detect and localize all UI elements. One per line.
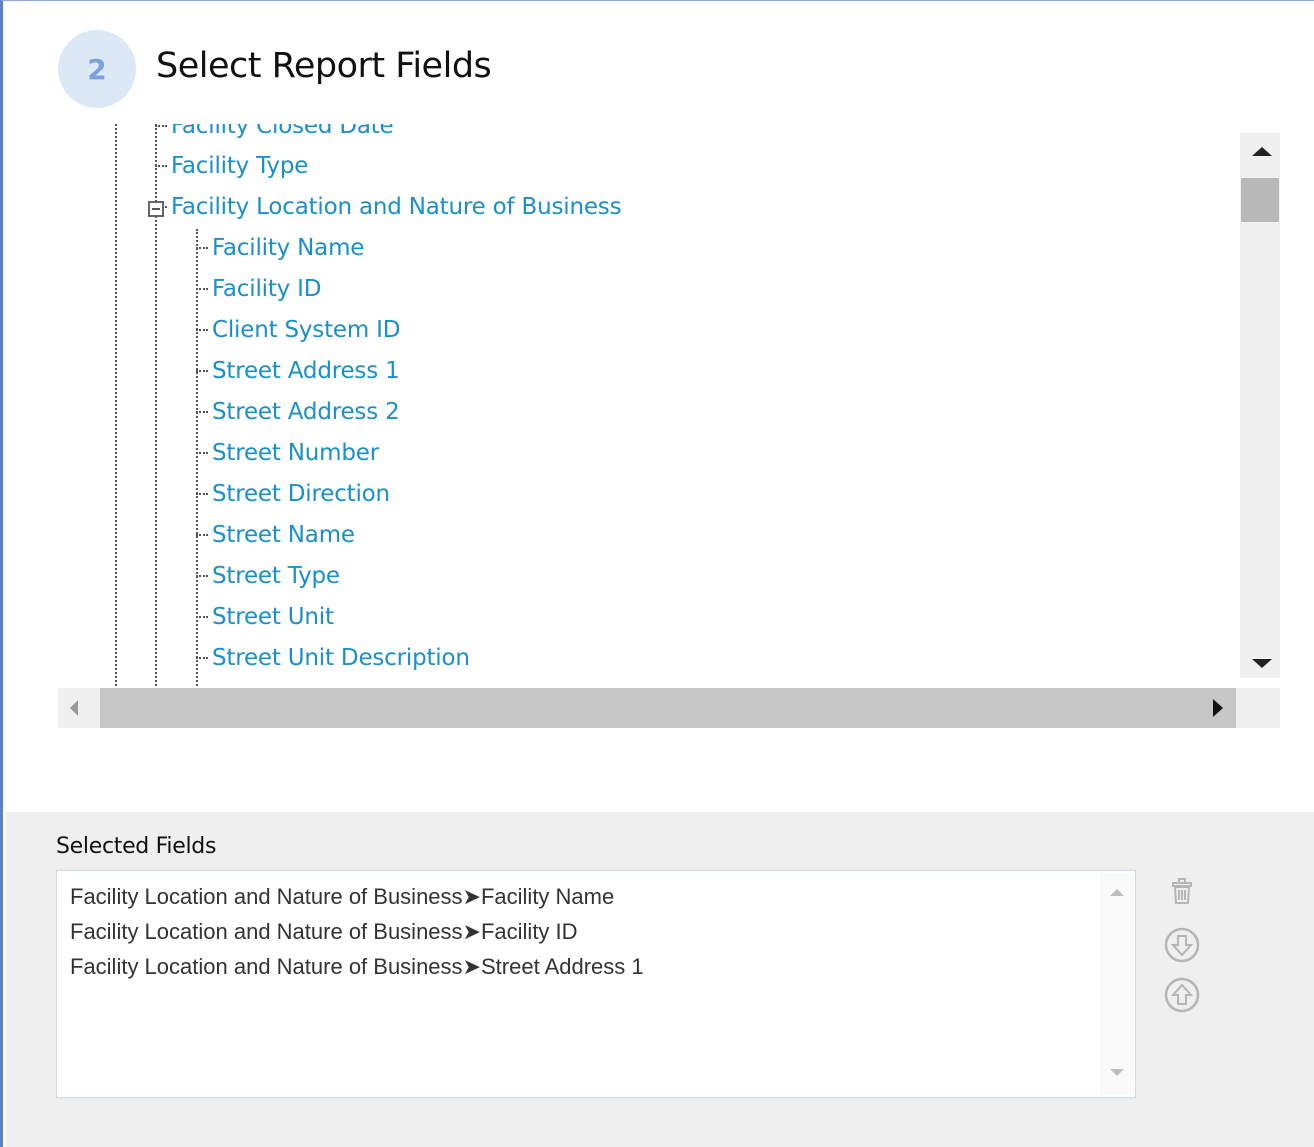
- selected-field-name: Facility ID: [480, 919, 578, 944]
- selected-fields-panel: Selected Fields Facility Location and Na…: [6, 812, 1314, 1147]
- collapse-icon[interactable]: [148, 201, 164, 217]
- scroll-up-arrow-icon[interactable]: [1110, 889, 1124, 896]
- tree-connector: [196, 247, 208, 249]
- tree-connector: [196, 411, 208, 413]
- selected-field-group: Facility Location and Nature of Business: [70, 884, 463, 909]
- tree-node-label[interactable]: Street Direction: [212, 481, 390, 507]
- tree-connector: [196, 452, 208, 454]
- selected-field-item[interactable]: Facility Location and Nature of Business…: [70, 884, 614, 910]
- selected-field-name: Street Address 1: [480, 954, 644, 979]
- tree-node-street-address-2[interactable]: Street Address 2: [196, 397, 400, 427]
- scroll-left-arrow-icon[interactable]: [70, 700, 78, 716]
- arrow-down-circle-icon[interactable]: [1163, 926, 1201, 964]
- arrow-up-circle-icon[interactable]: [1163, 976, 1201, 1014]
- tree-node-facility-name[interactable]: Facility Name: [196, 233, 364, 263]
- tree-node-label[interactable]: Facility Type: [171, 153, 308, 179]
- tree-node-street-direction[interactable]: Street Direction: [196, 479, 390, 509]
- selected-fields-label: Selected Fields: [56, 834, 217, 859]
- tree-node-street-address-1[interactable]: Street Address 1: [196, 356, 400, 386]
- tree-node-street-type[interactable]: Street Type: [196, 561, 340, 591]
- selected-list-scrollbar[interactable]: [1100, 873, 1134, 1095]
- tree-connector: [196, 657, 208, 659]
- path-separator: ➤: [462, 884, 481, 909]
- tree-node-label[interactable]: Street Address 1: [212, 358, 400, 384]
- field-tree[interactable]: Facility Closed Date Facility Type Facil…: [58, 124, 1238, 686]
- tree-connector: [196, 370, 208, 372]
- trash-icon[interactable]: [1163, 872, 1201, 910]
- tree-node-label[interactable]: Client System ID: [212, 317, 400, 343]
- tree-node-client-system-id[interactable]: Client System ID: [196, 315, 400, 345]
- tree-node-label[interactable]: Street Unit: [212, 604, 334, 630]
- tree-node-facility-type[interactable]: Facility Type: [155, 151, 308, 181]
- tree-node-label[interactable]: Street Unit Description: [212, 645, 470, 671]
- report-builder-frame: 2 Select Report Fields Facility Closed D…: [0, 0, 1314, 1147]
- tree-node-label[interactable]: Street Name: [212, 522, 355, 548]
- tree-node-label[interactable]: Street Type: [212, 563, 340, 589]
- scroll-right-arrow-icon[interactable]: [1213, 699, 1223, 717]
- tree-connector: [196, 575, 208, 577]
- tree-node-street-unit-description[interactable]: Street Unit Description: [196, 643, 470, 673]
- scrollbar-thumb[interactable]: [1241, 178, 1279, 222]
- selected-field-group: Facility Location and Nature of Business: [70, 919, 463, 944]
- section-title: Select Report Fields: [156, 46, 492, 86]
- tree-node-street-name[interactable]: Street Name: [196, 520, 355, 550]
- step-number-badge: 2: [58, 30, 136, 108]
- selected-field-item[interactable]: Facility Location and Nature of Business…: [70, 919, 578, 945]
- selected-field-item[interactable]: Facility Location and Nature of Business…: [70, 954, 644, 980]
- tree-node-street-number[interactable]: Street Number: [196, 438, 379, 468]
- tree-node-label[interactable]: Street Number: [212, 440, 379, 466]
- tree-connector: [196, 288, 208, 290]
- scroll-up-arrow-icon[interactable]: [1252, 147, 1272, 156]
- tree-group-label[interactable]: Facility Location and Nature of Business: [171, 194, 622, 220]
- tree-horizontal-scrollbar[interactable]: [58, 688, 1280, 728]
- selected-fields-list[interactable]: Facility Location and Nature of Business…: [56, 870, 1136, 1098]
- scrollbar-thumb[interactable]: [100, 688, 1236, 728]
- selected-field-name: Facility Name: [480, 884, 615, 909]
- path-separator: ➤: [462, 919, 481, 944]
- tree-node-label[interactable]: Facility Closed Date: [171, 124, 394, 139]
- tree-connector: [196, 493, 208, 495]
- tree-connector: [196, 534, 208, 536]
- scroll-down-arrow-icon[interactable]: [1252, 659, 1272, 668]
- tree-connector: [155, 165, 167, 167]
- tree-vertical-scrollbar[interactable]: [1240, 133, 1280, 678]
- tree-node-label[interactable]: Facility Name: [212, 235, 364, 261]
- scroll-down-arrow-icon[interactable]: [1110, 1069, 1124, 1076]
- tree-node-facility-id[interactable]: Facility ID: [196, 274, 321, 304]
- path-separator: ➤: [462, 954, 481, 979]
- tree-node-label[interactable]: Street Address 2: [212, 399, 400, 425]
- tree-node-facility-closed-date[interactable]: Facility Closed Date: [155, 124, 394, 141]
- tree-connector: [196, 329, 208, 331]
- tree-connector-line: [115, 124, 117, 686]
- tree-node-facility-location-group[interactable]: Facility Location and Nature of Business: [155, 192, 622, 222]
- tree-node-street-unit[interactable]: Street Unit: [196, 602, 334, 632]
- tree-connector: [196, 616, 208, 618]
- tree-node-label[interactable]: Facility ID: [212, 276, 321, 302]
- tree-connector: [155, 125, 167, 127]
- selected-field-group: Facility Location and Nature of Business: [70, 954, 463, 979]
